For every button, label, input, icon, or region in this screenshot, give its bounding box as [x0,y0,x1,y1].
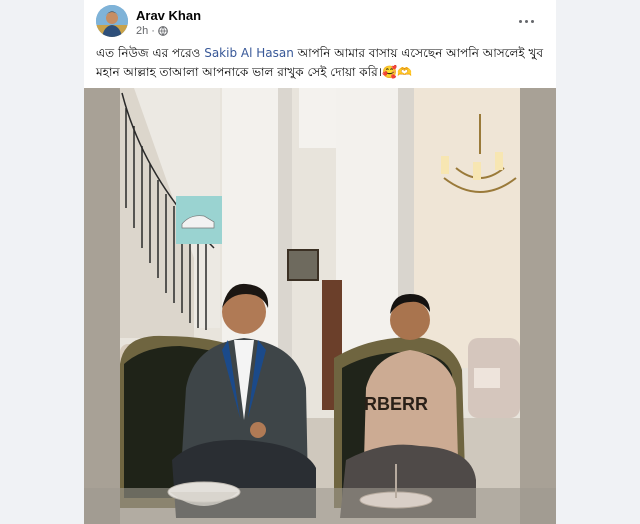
post-photo[interactable]: RBERR [84,88,556,524]
post-meta: 2h · [136,25,168,37]
globe-icon [158,26,168,36]
author-avatar[interactable] [96,5,128,37]
mention-link[interactable]: Sakib Al Hasan [204,46,294,60]
post-time[interactable]: 2h [136,25,148,37]
meta-separator: · [151,25,155,37]
more-options-icon[interactable] [512,7,540,35]
post-text: এত নিউজ এর পরেও Sakib Al Hasan আপনি আমার… [96,44,546,82]
post-header: Arav Khan 2h · [96,5,544,41]
shirt-print: RBERR [364,394,428,414]
author-name[interactable]: Arav Khan [136,8,201,23]
post-text-before: এত নিউজ এর পরেও [96,46,205,60]
post-card: Arav Khan 2h · এত নিউজ এর পরেও Sakib Al … [84,0,556,524]
